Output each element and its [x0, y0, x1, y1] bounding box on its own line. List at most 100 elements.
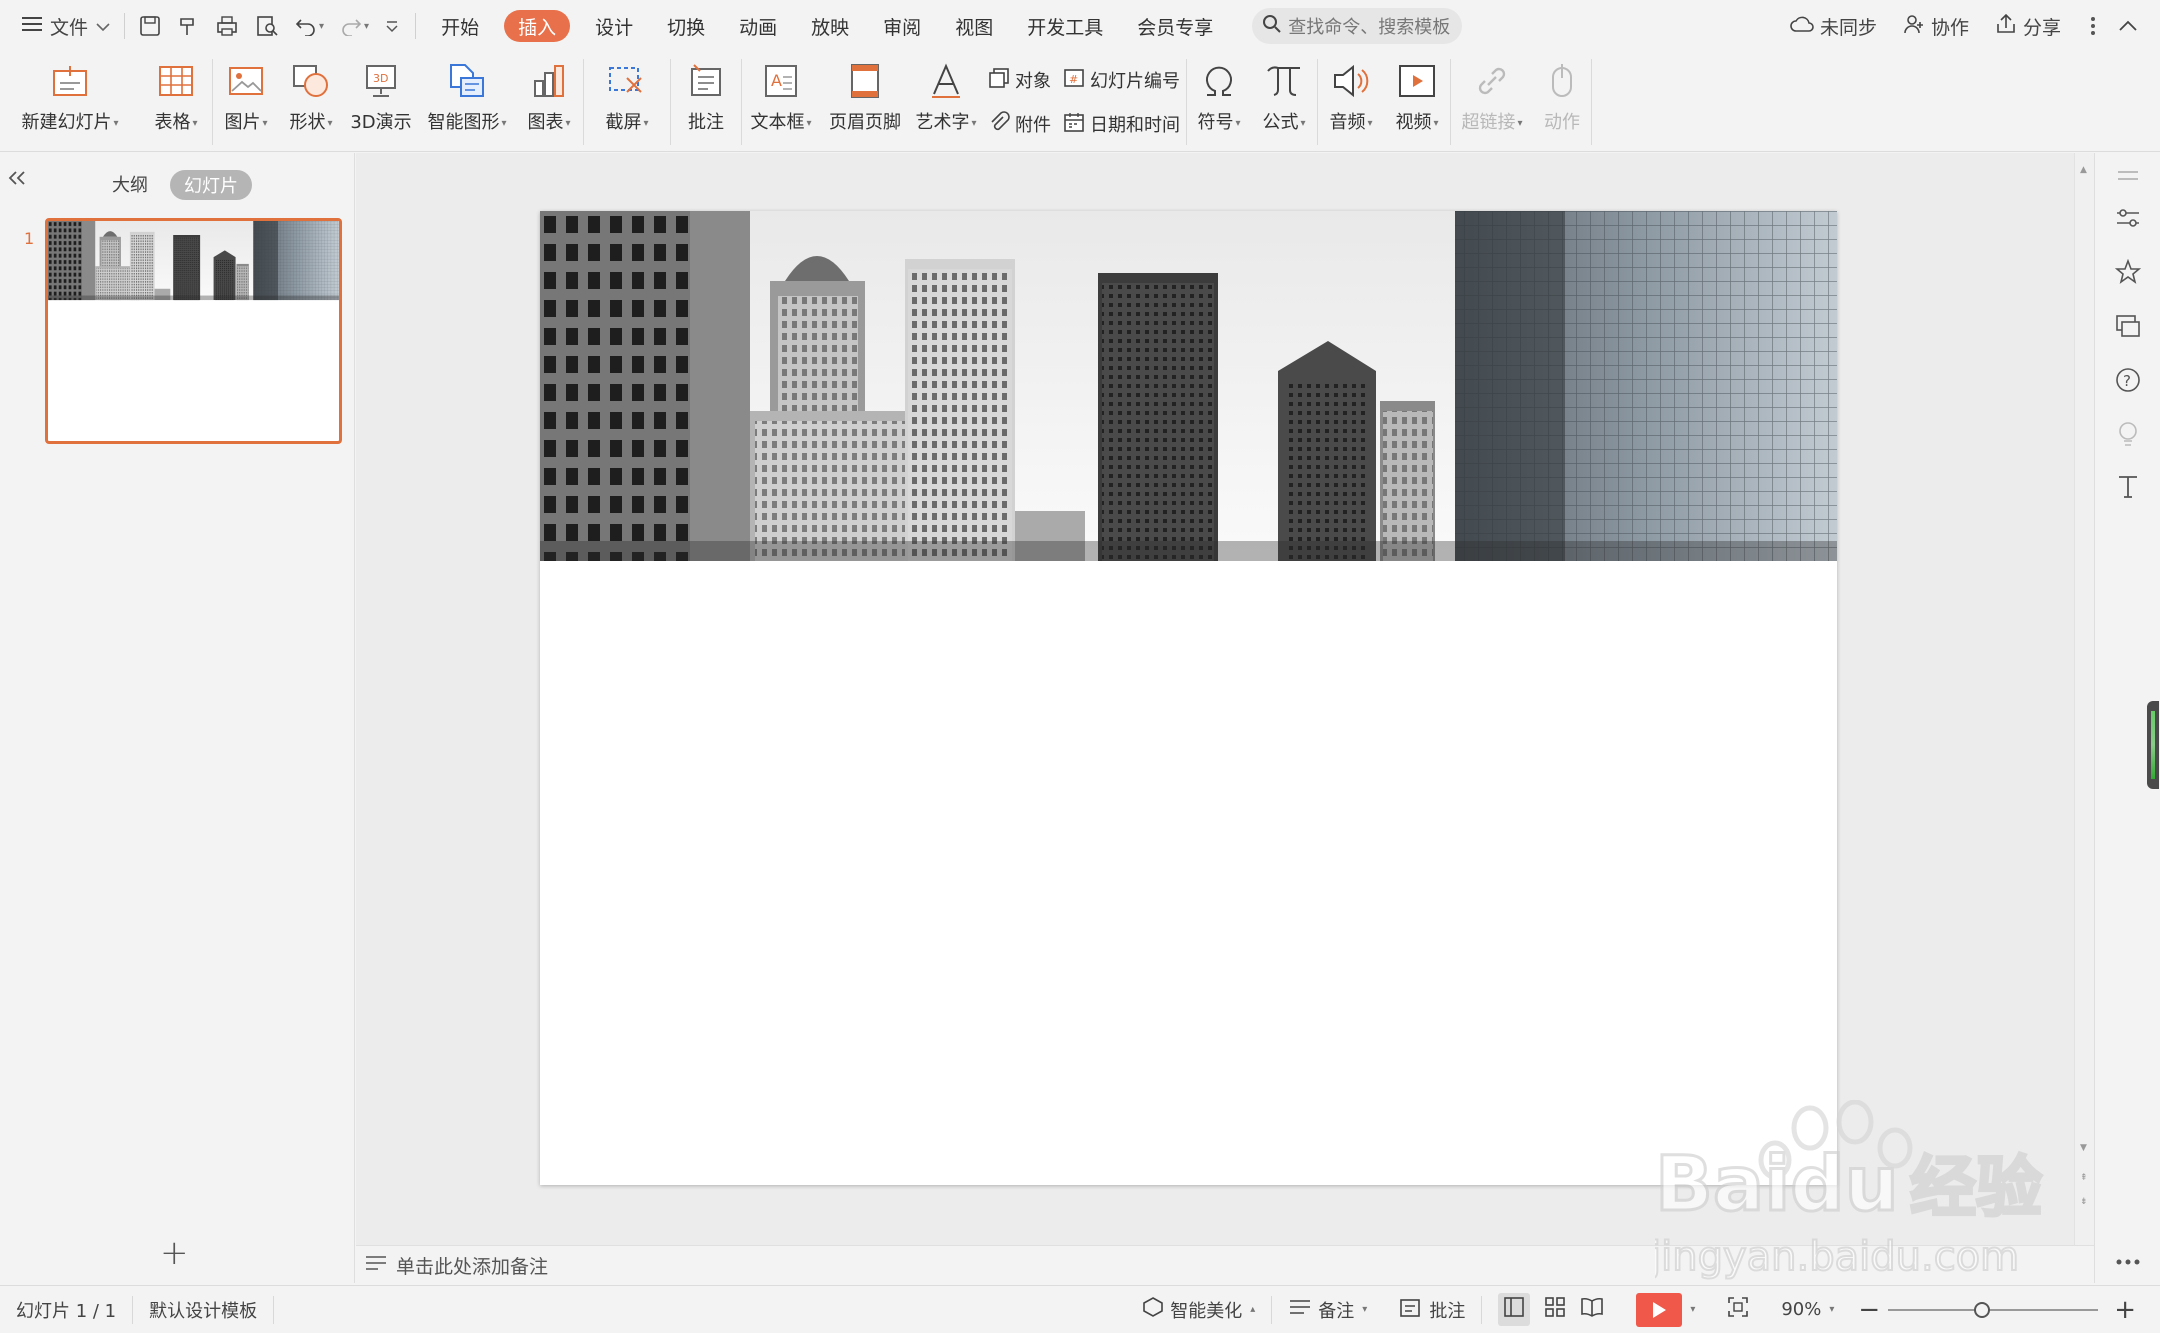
collapse-pane-icon[interactable]: [8, 167, 26, 192]
zoom-slider[interactable]: [1888, 1300, 2099, 1320]
reading-view-icon[interactable]: [1580, 1296, 1604, 1323]
next-slide-icon[interactable]: ⇟: [2080, 1197, 2088, 1207]
tab-outline[interactable]: 大纲: [112, 171, 148, 197]
tab-insert[interactable]: 插入: [504, 10, 571, 42]
sync-button[interactable]: 未同步: [1777, 13, 1890, 40]
share-button[interactable]: 分享: [1982, 13, 2074, 40]
scroll-up-icon[interactable]: ▲: [2080, 165, 2087, 175]
picture-button[interactable]: 图片 ▾: [213, 52, 279, 152]
add-slide-button[interactable]: +: [160, 1233, 189, 1273]
new-slide-button[interactable]: 新建幻灯片 ▾: [0, 52, 140, 152]
comment-icon: [688, 58, 724, 104]
tab-view[interactable]: 视图: [938, 8, 1010, 44]
star-icon[interactable]: [2115, 259, 2141, 285]
slide-sorter-icon[interactable]: [1544, 1296, 1566, 1323]
speaker-icon: [1331, 58, 1371, 104]
prev-slide-icon[interactable]: ⇞: [2080, 1173, 2088, 1183]
tab-member[interactable]: 会员专享: [1120, 8, 1230, 44]
slide-layout-icon[interactable]: [2115, 313, 2141, 339]
tab-slides[interactable]: 幻灯片: [170, 170, 252, 200]
notes-toggle-button[interactable]: 备注 ▾: [1272, 1297, 1383, 1323]
audio-button[interactable]: 音频 ▾: [1318, 52, 1384, 152]
shape-icon: [291, 58, 331, 104]
wordart-button[interactable]: 艺术字 ▾: [910, 52, 982, 152]
hyperlink-button[interactable]: 超链接 ▾: [1451, 52, 1533, 152]
design-template[interactable]: 默认设计模板: [133, 1297, 273, 1323]
slide-1[interactable]: [540, 211, 1837, 1185]
3d-demo-button[interactable]: 3D 3D演示: [343, 52, 419, 152]
formula-button[interactable]: 公式 ▾: [1251, 52, 1317, 152]
svg-text:A: A: [771, 71, 782, 90]
undo-icon[interactable]: ▾: [287, 8, 332, 44]
slide-thumbnail[interactable]: [45, 218, 342, 444]
screenshot-button[interactable]: 截屏 ▾: [584, 52, 670, 152]
zoom-in-button[interactable]: +: [2098, 1295, 2160, 1325]
chart-button[interactable]: 图表 ▾: [515, 52, 583, 152]
tab-transitions[interactable]: 切换: [650, 8, 722, 44]
3d-demo-icon: 3D: [363, 58, 399, 104]
shape-button[interactable]: 形状 ▾: [279, 52, 343, 152]
notes-toggle-label: 备注: [1318, 1300, 1355, 1322]
symbol-button[interactable]: 符号 ▾: [1187, 52, 1251, 152]
new-slide-label: 新建幻灯片: [21, 112, 112, 133]
zoom-out-button[interactable]: −: [1850, 1295, 1888, 1325]
text-format-icon[interactable]: [2115, 473, 2141, 499]
table-button[interactable]: 表格 ▾: [140, 52, 212, 152]
header-footer-button[interactable]: 页眉页脚: [820, 52, 910, 152]
properties-icon[interactable]: [2115, 205, 2141, 231]
save-icon[interactable]: [131, 8, 169, 44]
play-slideshow-button[interactable]: [1636, 1292, 1683, 1327]
object-icon: [988, 67, 1010, 94]
quick-access-more-icon[interactable]: [377, 8, 407, 44]
lightbulb-icon[interactable]: [2115, 421, 2141, 447]
more-options-icon[interactable]: [2074, 16, 2112, 36]
redo-icon[interactable]: ▾: [332, 8, 377, 44]
textbox-button[interactable]: A 文本框 ▾: [742, 52, 820, 152]
normal-view-icon[interactable]: [1498, 1293, 1531, 1326]
play-options-icon[interactable]: ▾: [1690, 1304, 1695, 1315]
more-horizontal-icon[interactable]: [2115, 1249, 2141, 1275]
picture-icon: [228, 58, 264, 104]
tab-developer[interactable]: 开发工具: [1010, 8, 1120, 44]
video-button[interactable]: 视频 ▾: [1384, 52, 1450, 152]
object-button[interactable]: 对象: [988, 63, 1051, 97]
screenshot-icon: [607, 58, 647, 104]
slide-number-button[interactable]: # 幻灯片编号: [1063, 63, 1180, 97]
pane-resize-handle[interactable]: [2147, 701, 2159, 789]
smartart-button[interactable]: 智能图形 ▾: [419, 52, 515, 152]
tab-design[interactable]: 设计: [578, 8, 650, 44]
shape-label: 形状: [289, 112, 326, 133]
collapse-ribbon-icon[interactable]: [2112, 20, 2160, 32]
status-bar: 幻灯片 1 / 1 默认设计模板 智能美化 ▴ 备注 ▾ 批注 ▾ 90% ▾ …: [0, 1285, 2160, 1333]
command-search-box[interactable]: 查找命令、搜索模板: [1252, 8, 1463, 44]
tab-slideshow[interactable]: 放映: [794, 8, 866, 44]
date-time-button[interactable]: 日期和时间: [1063, 107, 1180, 141]
zoom-level[interactable]: 90% ▾: [1765, 1299, 1850, 1320]
tab-home[interactable]: 开始: [424, 8, 496, 44]
action-button[interactable]: 动作: [1533, 52, 1591, 152]
print-icon[interactable]: [207, 8, 247, 44]
fit-window-button[interactable]: [1711, 1296, 1765, 1323]
share-label: 分享: [2022, 16, 2061, 39]
file-menu[interactable]: 文件: [0, 8, 118, 44]
slide-thumbnail-number: 1: [24, 229, 35, 248]
notes-bar[interactable]: 单击此处添加备注: [356, 1245, 2094, 1285]
tab-review[interactable]: 审阅: [866, 8, 938, 44]
print-preview-icon[interactable]: [247, 8, 287, 44]
vertical-scrollbar[interactable]: ▲ ▼ ⇞ ⇟: [2074, 153, 2094, 1245]
collaborate-label: 协作: [1930, 16, 1969, 39]
video-label: 视频: [1395, 112, 1432, 133]
smart-beautify-button[interactable]: 智能美化 ▴: [1126, 1296, 1271, 1323]
scroll-down-icon[interactable]: ▼: [2080, 1143, 2087, 1153]
help-icon[interactable]: ?: [2115, 367, 2141, 393]
attachment-button[interactable]: 附件: [988, 107, 1051, 141]
comments-toggle-button[interactable]: 批注: [1383, 1296, 1481, 1323]
date-time-label: 日期和时间: [1090, 115, 1180, 136]
pane-menu-icon[interactable]: [2115, 163, 2141, 189]
tab-animations[interactable]: 动画: [722, 8, 794, 44]
format-painter-icon[interactable]: [169, 8, 207, 44]
collaborate-button[interactable]: 协作: [1890, 13, 1982, 40]
comment-button[interactable]: 批注: [671, 52, 741, 152]
city-skyline-image[interactable]: [540, 211, 1837, 1185]
zoom-slider-thumb[interactable]: [1974, 1301, 1991, 1318]
